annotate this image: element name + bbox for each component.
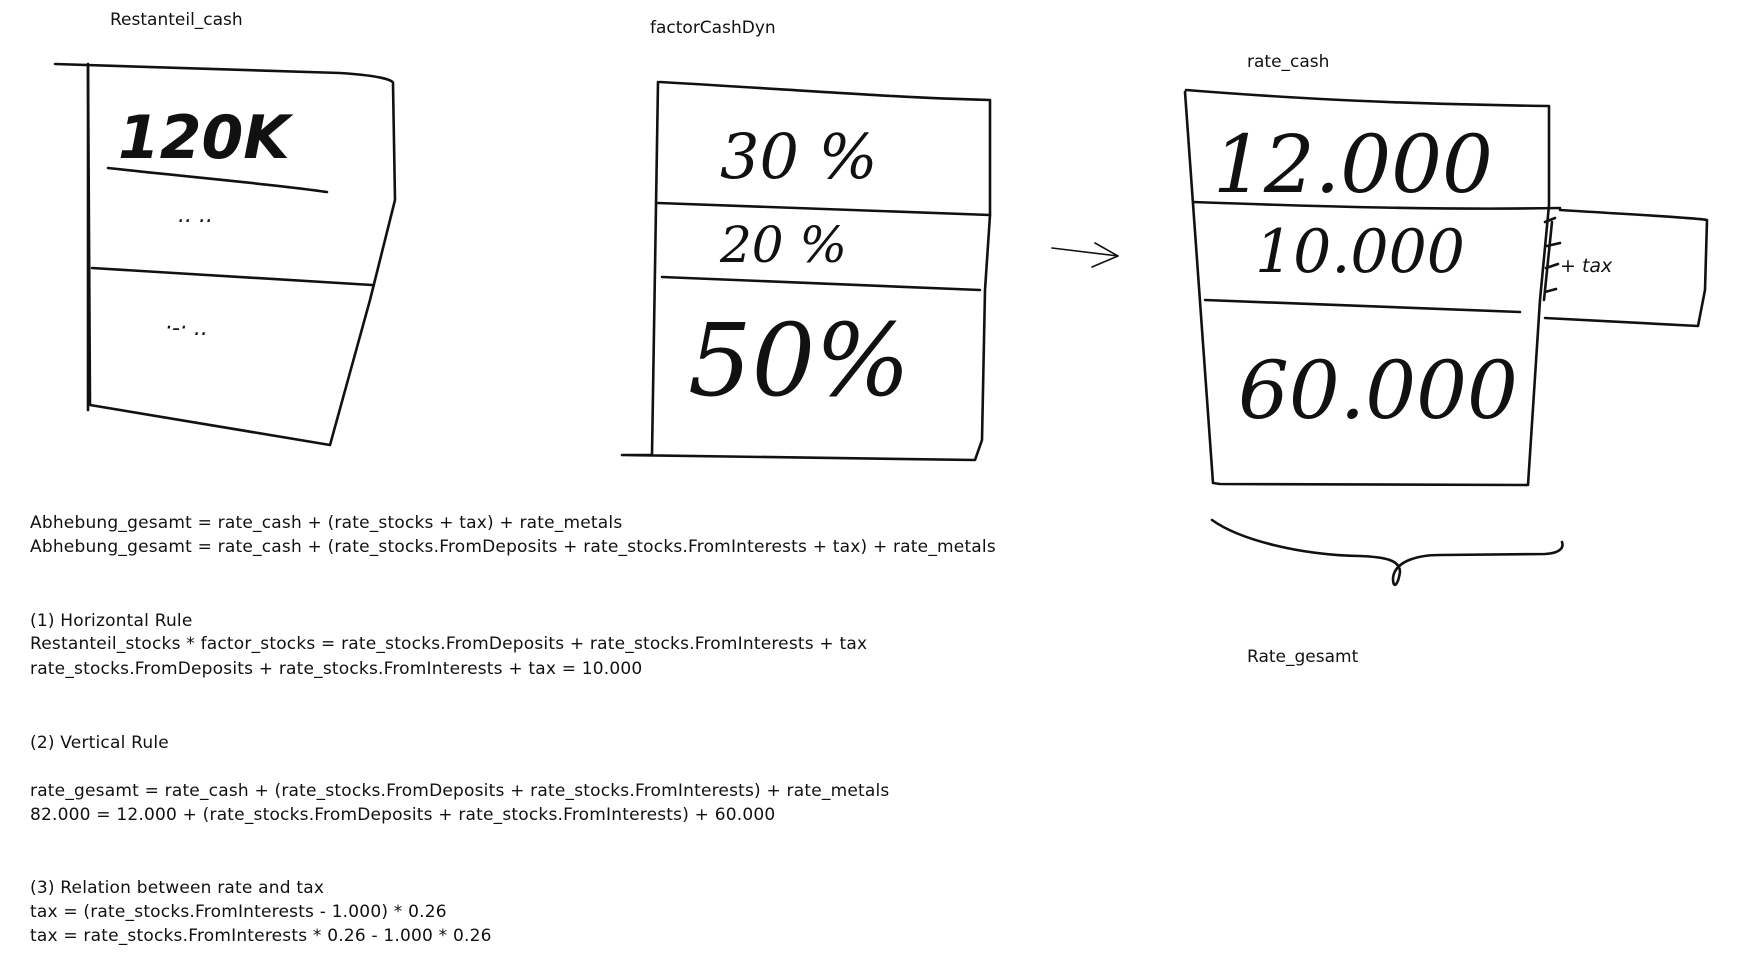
- box3-cell-3: 60.000: [1238, 344, 1518, 437]
- formula-line-1: Abhebung_gesamt = rate_cash + (rate_stoc…: [30, 513, 623, 533]
- box1-cell-3: ·-· ..: [165, 316, 208, 341]
- box2-title: factorCashDyn: [650, 18, 776, 38]
- rule3-heading: (3) Relation between rate and tax: [30, 878, 325, 898]
- box1-divider-2: [90, 266, 374, 287]
- box3-cell-2: 10.000: [1255, 217, 1465, 287]
- rule1-heading: (1) Horizontal Rule: [30, 611, 193, 631]
- rule3-line-1: tax = (rate_stocks.FromInterests - 1.000…: [30, 902, 447, 922]
- brace-rate-gesamt: [1210, 518, 1564, 587]
- box3-tax-label: + tax: [1560, 255, 1613, 277]
- formula-line-2: Abhebung_gesamt = rate_cash + (rate_stoc…: [30, 537, 996, 557]
- rule3-line-2: tax = rate_stocks.FromInterests * 0.26 -…: [30, 926, 492, 946]
- arrow-right-icon: [1051, 242, 1119, 268]
- box1-title: Restanteil_cash: [110, 10, 243, 30]
- brace-label: Rate_gesamt: [1247, 647, 1359, 667]
- rule2-line-2: 82.000 = 12.000 + (rate_stocks.FromDepos…: [30, 805, 776, 825]
- box2-cell-3: 50%: [688, 302, 910, 419]
- box-restanteil-cash: 120K .. .. ·-· ..: [53, 62, 397, 447]
- box1-cell-2: .. ..: [178, 203, 213, 228]
- box2-cell-2: 20 %: [719, 216, 847, 274]
- box3-cell-1: 12.000: [1213, 118, 1493, 211]
- box3-divider-2: [1203, 298, 1522, 314]
- rule1-line-2: rate_stocks.FromDeposits + rate_stocks.F…: [30, 659, 643, 679]
- box-factor-cash-dyn: 30 % 20 % 50%: [620, 80, 992, 462]
- box1-cell-1: 120K: [118, 103, 294, 173]
- rule2-line-1: rate_gesamt = rate_cash + (rate_stocks.F…: [30, 781, 890, 801]
- box2-divider-1: [656, 201, 992, 217]
- rule2-heading: (2) Vertical Rule: [30, 733, 169, 753]
- rule1-line-1: Restanteil_stocks * factor_stocks = rate…: [30, 634, 868, 654]
- box2-cell-1: 30 %: [720, 120, 878, 193]
- box-rate-cash: 12.000 10.000 60.000 + tax: [1183, 88, 1709, 487]
- box2-divider-2: [660, 275, 982, 292]
- box3-title: rate_cash: [1247, 52, 1330, 72]
